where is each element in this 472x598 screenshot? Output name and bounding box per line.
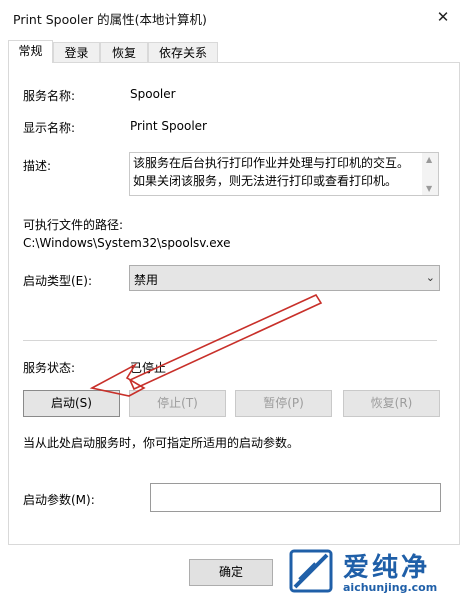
tab-general[interactable]: 常规 <box>8 40 53 63</box>
service-name-label: 服务名称: <box>23 89 76 103</box>
startup-type-value: 禁用 <box>134 273 159 287</box>
window-title: Print Spooler 的属性(本地计算机) <box>13 12 207 27</box>
tab-recovery[interactable]: 恢复 <box>100 42 148 62</box>
start-params-input[interactable] <box>150 483 441 512</box>
service-status-value: 已停止 <box>130 361 167 375</box>
watermark: 爱纯净 aichunjing.com <box>283 545 472 598</box>
startup-type-label: 启动类型(E): <box>23 274 92 288</box>
description-box[interactable]: 该服务在后台执行打印作业并处理与打印机的交互。如果关闭该服务，则无法进行打印或查… <box>129 152 439 196</box>
display-name-label: 显示名称: <box>23 121 76 135</box>
title-bar: Print Spooler 的属性(本地计算机) ✕ <box>0 0 472 34</box>
params-hint-text: 当从此处启动服务时，你可指定所适用的启动参数。 <box>23 436 300 450</box>
watermark-url: aichunjing.com <box>343 581 438 594</box>
service-status-label: 服务状态: <box>23 361 76 375</box>
startup-type-select[interactable]: 禁用 ⌄ <box>129 265 440 291</box>
scroll-up-icon[interactable]: ▲ <box>426 155 432 164</box>
service-name-value: Spooler <box>130 87 176 101</box>
tab-dependencies[interactable]: 依存关系 <box>148 42 218 62</box>
description-scrollbar[interactable]: ▲ ▼ <box>422 153 438 195</box>
watermark-logo-icon <box>289 549 333 593</box>
stop-button[interactable]: 停止(T) <box>129 390 226 417</box>
pause-button[interactable]: 暂停(P) <box>235 390 332 417</box>
general-panel <box>8 62 460 545</box>
display-name-value: Print Spooler <box>130 119 207 133</box>
start-params-label: 启动参数(M): <box>23 493 95 507</box>
divider <box>23 340 437 341</box>
exe-path-value: C:\Windows\System32\spoolsv.exe <box>23 236 231 250</box>
chevron-down-icon: ⌄ <box>425 271 435 284</box>
description-text: 该服务在后台执行打印作业并处理与打印机的交互。如果关闭该服务，则无法进行打印或查… <box>133 156 410 188</box>
exe-path-label: 可执行文件的路径: <box>23 218 124 232</box>
close-icon[interactable]: ✕ <box>430 4 456 30</box>
resume-button[interactable]: 恢复(R) <box>343 390 440 417</box>
start-button[interactable]: 启动(S) <box>23 390 120 417</box>
scroll-down-icon[interactable]: ▼ <box>426 184 432 193</box>
description-label: 描述: <box>23 159 52 173</box>
ok-button[interactable]: 确定 <box>189 559 273 586</box>
tab-logon[interactable]: 登录 <box>53 42 100 62</box>
watermark-title: 爱纯净 <box>343 553 431 583</box>
